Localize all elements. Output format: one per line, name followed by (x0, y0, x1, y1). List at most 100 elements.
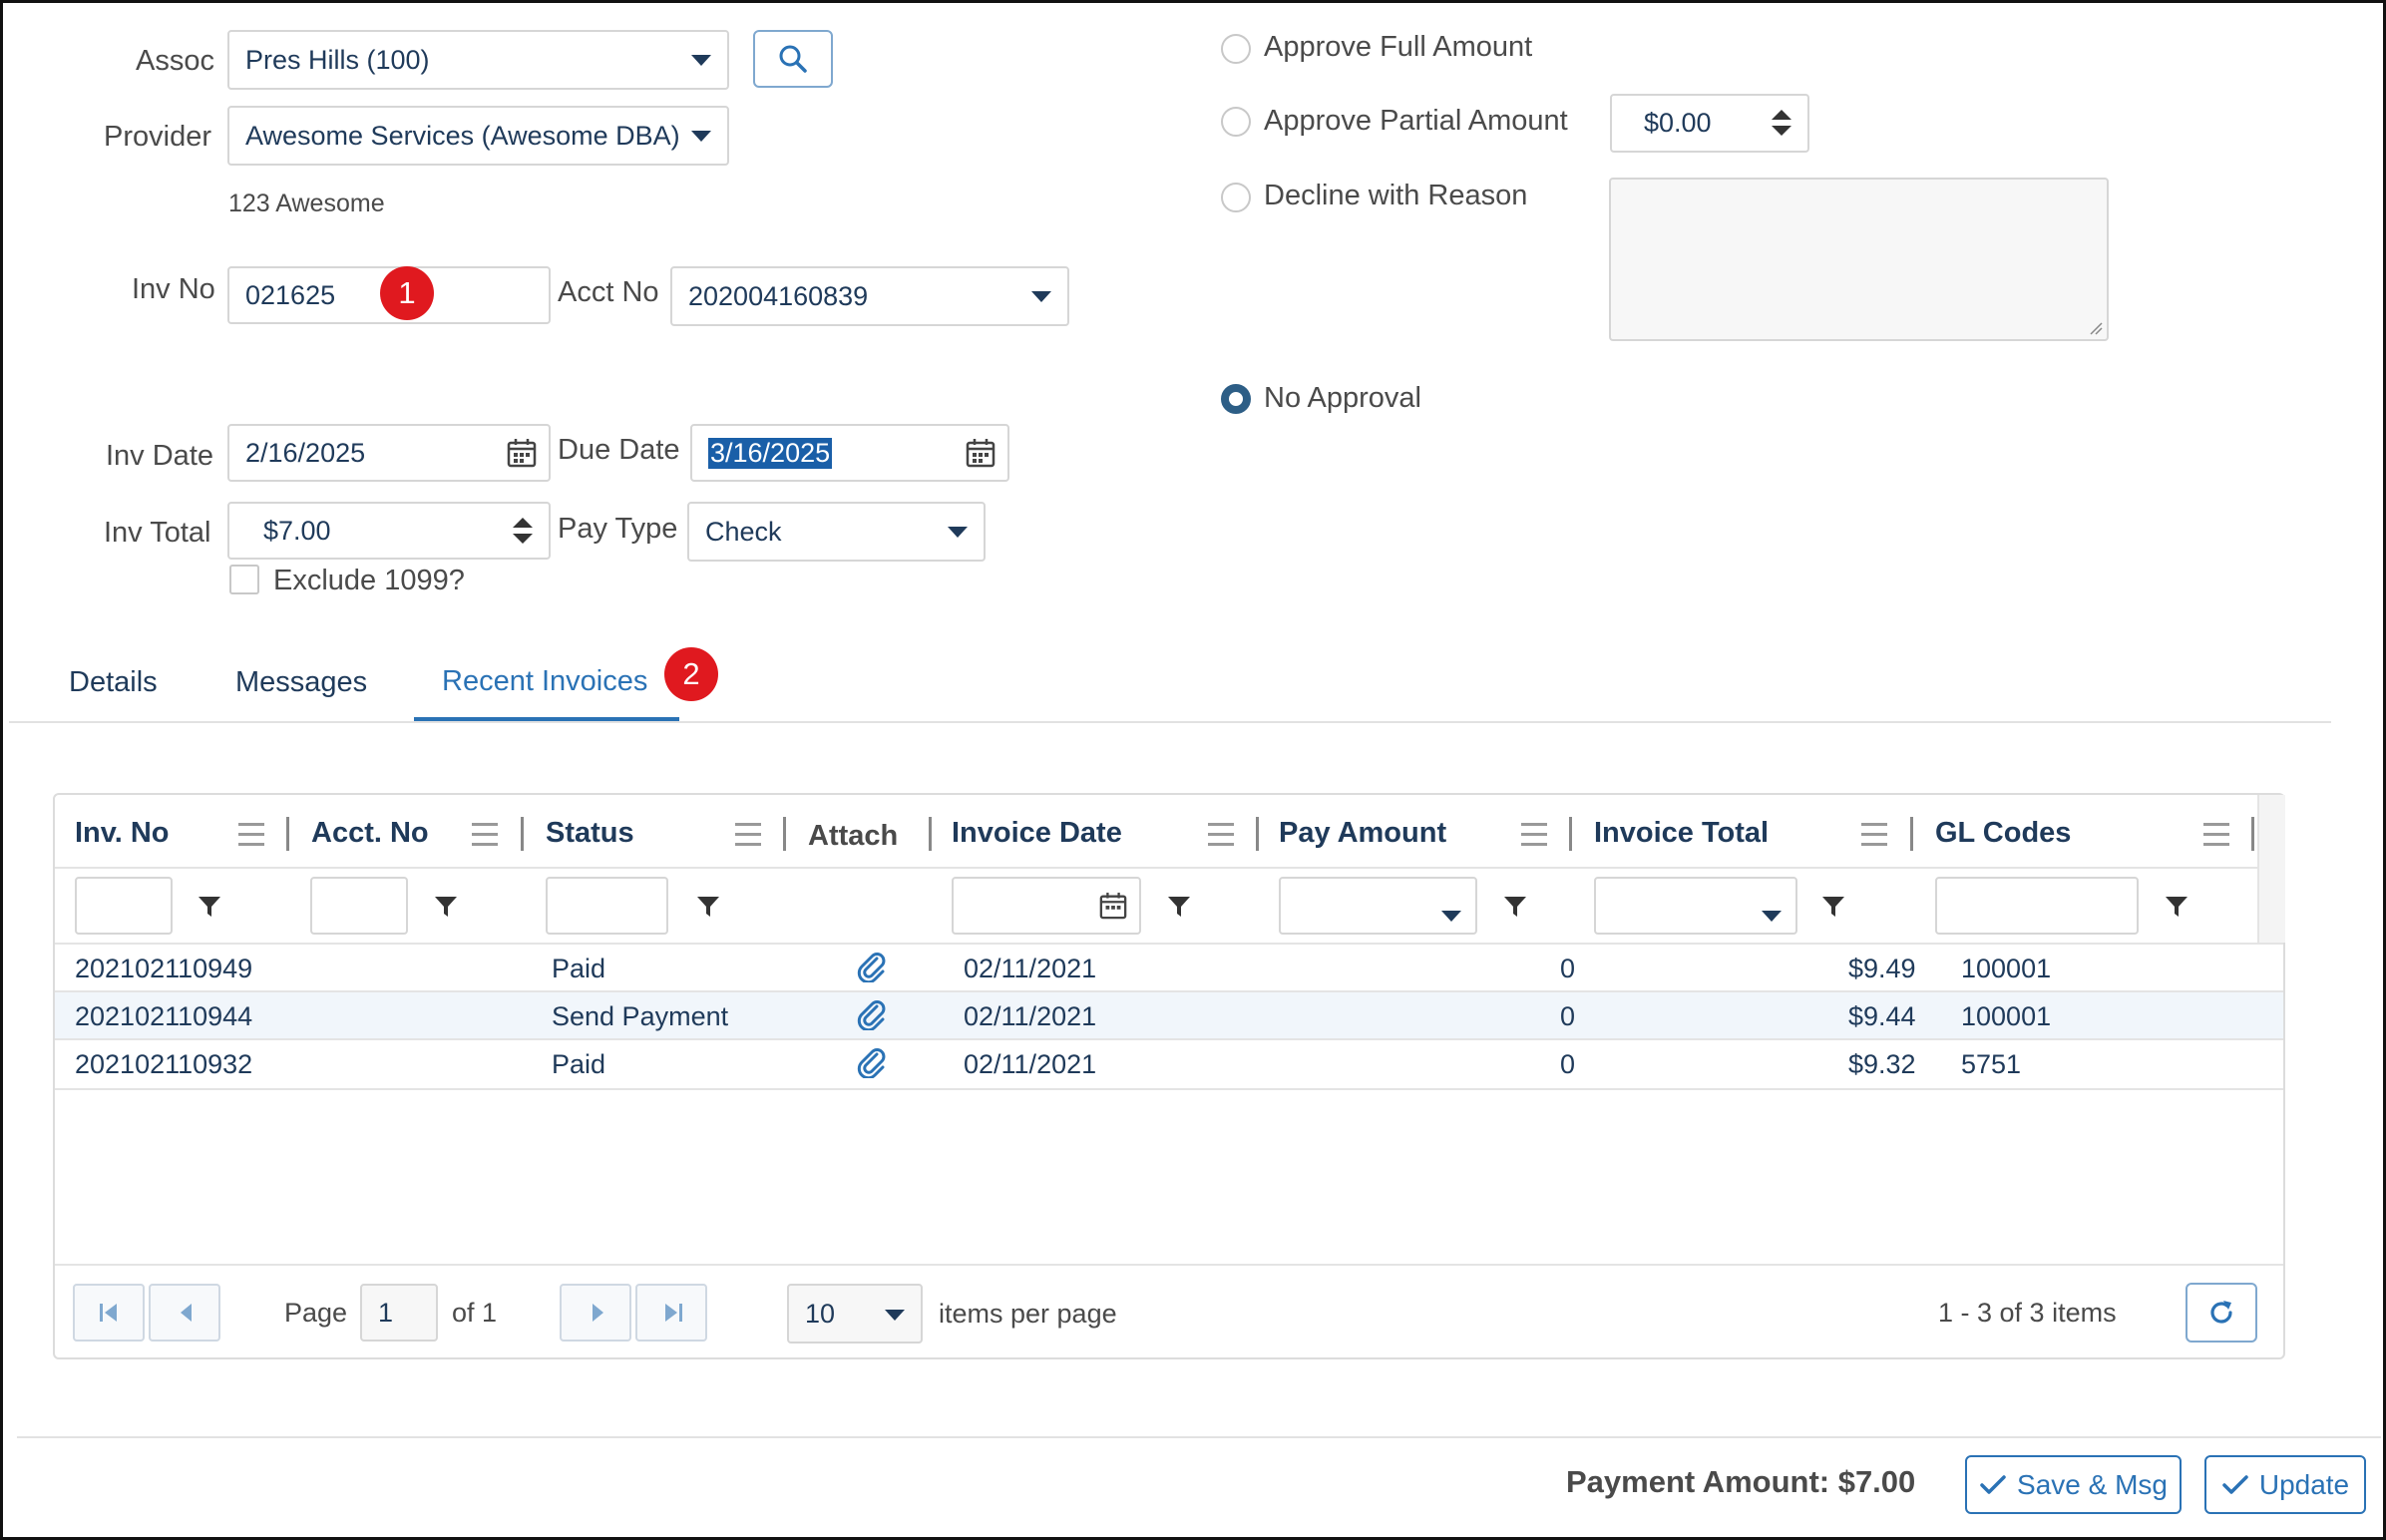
no-approval-radio[interactable] (1221, 384, 1251, 414)
table-row[interactable]: 202102110932 Paid 02/11/2021 0 $9.32 575… (55, 1038, 2283, 1090)
checkmark-icon (1980, 1474, 2006, 1494)
column-header-acct-no[interactable]: Acct. No (311, 817, 429, 850)
filter-status-input[interactable] (546, 877, 668, 935)
paperclip-icon[interactable] (857, 1046, 887, 1078)
resize-handle-icon[interactable] (2089, 321, 2103, 335)
chevron-down-icon[interactable] (1762, 911, 1782, 922)
inv-date-input[interactable]: 2/16/2025 (227, 424, 551, 482)
chevron-down-icon (691, 55, 711, 66)
column-menu-icon[interactable] (1861, 823, 1887, 853)
provider-select[interactable]: Awesome Services (Awesome DBA) (227, 106, 729, 166)
cell-inv-no: 202102110932 (75, 1049, 253, 1079)
cell-invoice-total: $9.49 (1848, 954, 1916, 983)
provider-value: Awesome Services (Awesome DBA) (245, 120, 680, 151)
cell-invoice-date: 02/11/2021 (964, 954, 1097, 983)
footer-divider (17, 1436, 2381, 1438)
filter-invoice-total-input[interactable] (1594, 877, 1797, 935)
filter-icon[interactable] (434, 895, 458, 919)
approve-full-radio[interactable] (1221, 34, 1251, 64)
column-header-status[interactable]: Status (546, 817, 634, 850)
pager-summary: 1 - 3 of 3 items (1938, 1298, 2117, 1328)
chevron-left-icon (181, 1304, 192, 1322)
filter-inv-no-input[interactable] (75, 877, 173, 935)
tab-recent-invoices[interactable]: Recent Invoices (442, 665, 647, 698)
paperclip-icon[interactable] (857, 951, 887, 982)
filter-icon[interactable] (198, 895, 221, 919)
assoc-select[interactable]: Pres Hills (100) (227, 30, 729, 90)
paperclip-icon[interactable] (857, 998, 887, 1030)
approve-partial-radio[interactable] (1221, 107, 1251, 137)
calendar-icon[interactable] (1099, 892, 1127, 920)
decrement-icon[interactable] (513, 534, 533, 544)
filter-icon[interactable] (2165, 895, 2188, 919)
column-menu-icon[interactable] (1521, 823, 1547, 853)
update-button[interactable]: Update (2204, 1455, 2366, 1514)
pay-type-label: Pay Type (558, 513, 678, 545)
approve-partial-label: Approve Partial Amount (1264, 105, 1568, 137)
filter-invoice-date-input[interactable] (952, 877, 1141, 935)
column-separator[interactable] (783, 817, 786, 851)
column-separator[interactable] (1910, 817, 1913, 851)
filter-acct-no-input[interactable] (310, 877, 408, 935)
last-page-button[interactable] (635, 1284, 707, 1342)
filter-icon[interactable] (1821, 895, 1845, 919)
column-header-pay-amount[interactable]: Pay Amount (1279, 817, 1446, 850)
chevron-right-icon (593, 1304, 603, 1322)
increment-icon[interactable] (1772, 110, 1791, 120)
column-separator[interactable] (1256, 817, 1259, 851)
decline-reason-textarea[interactable] (1609, 178, 2109, 341)
column-menu-icon[interactable] (2203, 823, 2229, 853)
pay-type-select[interactable]: Check (687, 502, 986, 562)
decrement-icon[interactable] (1772, 126, 1791, 136)
column-header-invoice-total[interactable]: Invoice Total (1594, 817, 1769, 850)
column-separator[interactable] (929, 817, 932, 851)
inv-date-value: 2/16/2025 (245, 437, 366, 468)
column-header-attach[interactable]: Attach (808, 820, 898, 853)
table-row[interactable]: 202102110949 Paid 02/11/2021 0 $9.49 100… (55, 943, 2283, 992)
inv-total-input[interactable]: $7.00 (227, 502, 551, 560)
first-page-button[interactable] (73, 1284, 145, 1342)
increment-icon[interactable] (513, 518, 533, 528)
prev-page-button[interactable] (149, 1284, 220, 1342)
column-separator[interactable] (521, 817, 524, 851)
tabs-divider (9, 721, 2331, 723)
update-label: Update (2258, 1468, 2350, 1500)
column-header-invoice-date[interactable]: Invoice Date (952, 817, 1122, 850)
column-header-inv-no[interactable]: Inv. No (75, 817, 170, 850)
table-row[interactable]: 202102110944 Send Payment 02/11/2021 0 $… (55, 990, 2283, 1040)
calendar-icon[interactable] (966, 438, 995, 468)
page-number-input[interactable]: 1 (360, 1284, 438, 1342)
save-and-message-button[interactable]: Save & Msg (1965, 1455, 2182, 1514)
chevron-down-icon (691, 131, 711, 142)
grid-scrollbar-track[interactable] (2257, 795, 2285, 943)
page-size-select[interactable]: 10 (787, 1284, 923, 1344)
refresh-button[interactable] (2186, 1283, 2257, 1343)
column-menu-icon[interactable] (238, 823, 264, 853)
chevron-down-icon[interactable] (1441, 911, 1461, 922)
tab-details[interactable]: Details (69, 666, 158, 699)
cell-inv-no: 202102110944 (75, 1001, 253, 1031)
column-header-gl-codes[interactable]: GL Codes (1935, 817, 2071, 850)
column-menu-icon[interactable] (472, 823, 498, 853)
filter-gl-codes-input[interactable] (1935, 877, 2139, 935)
decline-radio[interactable] (1221, 183, 1251, 212)
acct-no-select[interactable]: 202004160839 (670, 266, 1069, 326)
calendar-icon[interactable] (507, 438, 537, 468)
header-divider (55, 867, 2257, 869)
filter-pay-amount-input[interactable] (1279, 877, 1477, 935)
filter-icon[interactable] (1167, 895, 1191, 919)
search-button[interactable] (753, 30, 833, 88)
column-menu-icon[interactable] (1208, 823, 1234, 853)
tab-messages[interactable]: Messages (235, 666, 367, 699)
page-label: Page (284, 1298, 348, 1328)
column-separator[interactable] (1569, 817, 1572, 851)
column-separator[interactable] (286, 817, 289, 851)
column-separator[interactable] (2251, 817, 2254, 851)
partial-amount-input[interactable]: $0.00 (1610, 94, 1809, 153)
next-page-button[interactable] (560, 1284, 631, 1342)
column-menu-icon[interactable] (735, 823, 761, 853)
due-date-input[interactable]: 3/16/2025 (690, 424, 1009, 482)
filter-icon[interactable] (696, 895, 720, 919)
exclude-1099-checkbox[interactable] (229, 565, 259, 594)
filter-icon[interactable] (1503, 895, 1527, 919)
